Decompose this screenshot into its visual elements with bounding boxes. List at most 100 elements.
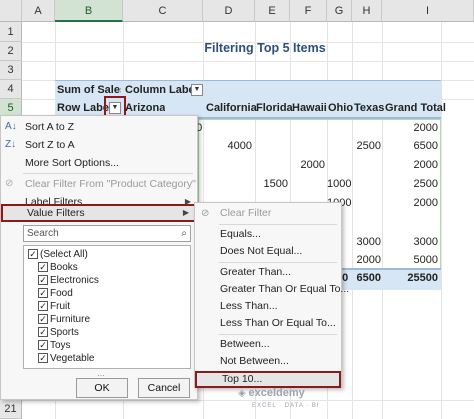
list-item-label: Toys bbox=[50, 340, 71, 351]
list-item-label: Vegetable bbox=[50, 353, 95, 364]
menu-separator bbox=[219, 224, 337, 225]
column-labels-dropdown-icon[interactable]: ▼ bbox=[191, 84, 203, 96]
list-item-label: Fruit bbox=[50, 301, 70, 312]
checkbox-checked-icon[interactable]: ✓ bbox=[28, 249, 38, 260]
list-item[interactable]: ✓ Toys bbox=[38, 339, 71, 352]
list-item[interactable]: ✓ Food bbox=[38, 287, 73, 300]
pivot-cell: 3000 bbox=[413, 236, 438, 248]
menu-separator bbox=[23, 173, 193, 174]
does-not-equal-label: Does Not Equal... bbox=[220, 245, 303, 257]
search-input[interactable]: Search ⌕ bbox=[23, 225, 191, 242]
grid-line bbox=[22, 61, 474, 62]
pivot-sum-of-sales: Sum of Sales bbox=[57, 84, 121, 96]
row-header-3[interactable]: 3 bbox=[0, 61, 22, 80]
pivot-cell: 1000 bbox=[327, 178, 351, 190]
list-item[interactable]: ✓ Electronics bbox=[38, 274, 99, 287]
list-item-label: (Select All) bbox=[40, 249, 88, 260]
top-10-item[interactable]: Top 10... bbox=[195, 371, 341, 388]
list-item[interactable]: ✓ Furniture bbox=[38, 313, 90, 326]
greater-than-or-equal-item[interactable]: Greater Than Or Equal To... bbox=[195, 281, 349, 298]
checkbox-checked-icon[interactable]: ✓ bbox=[38, 301, 48, 312]
pivot-cell: 4000 bbox=[227, 140, 252, 152]
filter-items-list[interactable]: ✓ (Select All) ✓ Books ✓ Electronics ✓ Food … bbox=[23, 245, 191, 369]
pivot-cell: 2000 bbox=[413, 122, 438, 134]
between-label: Between... bbox=[220, 338, 270, 350]
pivot-header-ohio: Ohio bbox=[328, 102, 354, 114]
col-header-i[interactable]: I bbox=[382, 0, 474, 22]
submenu-arrow-icon: ▶ bbox=[182, 208, 189, 217]
greater-than-item[interactable]: Greater Than... bbox=[195, 264, 341, 281]
top-10-label: Top 10... bbox=[222, 373, 263, 385]
not-between-item[interactable]: Not Between... bbox=[195, 353, 341, 370]
col-header-f[interactable]: F bbox=[290, 0, 327, 22]
checkbox-checked-icon[interactable]: ✓ bbox=[38, 262, 48, 273]
less-than-item[interactable]: Less Than... bbox=[195, 298, 341, 315]
exceldemy-logo: ◈ exceldemy EXCEL · DATA · BI bbox=[238, 387, 320, 409]
list-item[interactable]: ✓ (Select All) bbox=[28, 248, 88, 261]
pivot-cell: 1500 bbox=[263, 178, 288, 190]
pivot-header-hawaii: Hawaii bbox=[292, 102, 327, 114]
pivot-header-grand-total: Grand Total bbox=[385, 102, 446, 114]
search-icon: ⌕ bbox=[181, 228, 187, 239]
between-item[interactable]: Between... bbox=[195, 336, 341, 353]
logo-name: exceldemy bbox=[248, 387, 305, 399]
sort-az-icon: A↓ bbox=[5, 121, 17, 132]
pivot-header-california: California bbox=[206, 102, 257, 114]
checkbox-checked-icon[interactable]: ✓ bbox=[38, 353, 48, 364]
checkbox-checked-icon[interactable]: ✓ bbox=[38, 340, 48, 351]
list-item-label: Books bbox=[50, 262, 78, 273]
greater-than-or-equal-label: Greater Than Or Equal To... bbox=[220, 283, 350, 295]
sort-z-to-a-item[interactable]: Z↓ Sort Z to A bbox=[1, 136, 197, 154]
less-than-or-equal-item[interactable]: Less Than Or Equal To... bbox=[195, 315, 341, 332]
not-between-label: Not Between... bbox=[220, 355, 289, 367]
greater-than-label: Greater Than... bbox=[220, 266, 292, 278]
ok-button[interactable]: OK bbox=[76, 378, 128, 398]
pivot-header-florida: Florida bbox=[256, 102, 293, 114]
list-item[interactable]: ✓ Sports bbox=[38, 326, 79, 339]
sort-z-to-a-label: Sort Z to A bbox=[25, 139, 75, 151]
search-placeholder: Search bbox=[27, 228, 59, 239]
row-header-1[interactable]: 1 bbox=[0, 22, 22, 42]
col-header-g[interactable]: G bbox=[327, 0, 352, 22]
list-item-label: Sports bbox=[50, 327, 79, 338]
value-filters-item[interactable]: Value Filters ▶ bbox=[1, 204, 197, 222]
less-than-or-equal-label: Less Than Or Equal To... bbox=[220, 317, 336, 329]
checkbox-checked-icon[interactable]: ✓ bbox=[38, 288, 48, 299]
submenu-clear-filter-item[interactable]: ⊘ Clear Filter bbox=[195, 205, 341, 222]
row-header-21[interactable]: 21 bbox=[0, 400, 22, 419]
col-header-b[interactable]: B bbox=[55, 0, 123, 22]
col-header-e[interactable]: E bbox=[255, 0, 290, 22]
col-header-a[interactable]: A bbox=[22, 0, 55, 22]
list-item[interactable]: ✓ Fruit bbox=[38, 300, 70, 313]
checkbox-checked-icon[interactable]: ✓ bbox=[38, 327, 48, 338]
sort-za-icon: Z↓ bbox=[5, 139, 17, 150]
clear-filter-item[interactable]: ⊘ Clear Filter From "Product Category" bbox=[1, 175, 197, 193]
pivot-cell: 6500 bbox=[413, 140, 438, 152]
equals-item[interactable]: Equals... bbox=[195, 226, 341, 243]
col-header-c[interactable]: C bbox=[123, 0, 203, 22]
grid-line bbox=[441, 22, 442, 419]
pivot-cell: 2500 bbox=[356, 140, 381, 152]
pivot-header-texas: Texas bbox=[354, 102, 385, 114]
clear-filter-label: Clear Filter From "Product Category" bbox=[25, 178, 196, 190]
resize-grip-icon[interactable]: ⋯ bbox=[97, 371, 105, 380]
pivot-cell: 2500 bbox=[413, 178, 438, 190]
pivot-cell: 5000 bbox=[413, 254, 438, 266]
row-header-4[interactable]: 4 bbox=[0, 80, 22, 99]
pivot-cell: 3000 bbox=[356, 236, 381, 248]
col-header-d[interactable]: D bbox=[203, 0, 255, 22]
does-not-equal-item[interactable]: Does Not Equal... bbox=[195, 243, 341, 260]
corner-select-all[interactable] bbox=[0, 0, 22, 22]
list-item[interactable]: ✓ Books bbox=[38, 261, 78, 274]
sort-a-to-z-label: Sort A to Z bbox=[25, 121, 75, 133]
checkbox-checked-icon[interactable]: ✓ bbox=[38, 275, 48, 286]
pivot-total-texas: 6500 bbox=[356, 272, 381, 284]
list-item[interactable]: ✓ Vegetable bbox=[38, 352, 95, 365]
more-sort-options-item[interactable]: More Sort Options... bbox=[1, 154, 197, 172]
row-header-2[interactable]: 2 bbox=[0, 42, 22, 61]
checkbox-checked-icon[interactable]: ✓ bbox=[38, 314, 48, 325]
cancel-button[interactable]: Cancel bbox=[138, 378, 190, 398]
col-header-h[interactable]: H bbox=[352, 0, 382, 22]
sort-a-to-z-item[interactable]: A↓ Sort A to Z bbox=[1, 118, 197, 136]
clear-filter-icon: ⊘ bbox=[201, 208, 210, 219]
